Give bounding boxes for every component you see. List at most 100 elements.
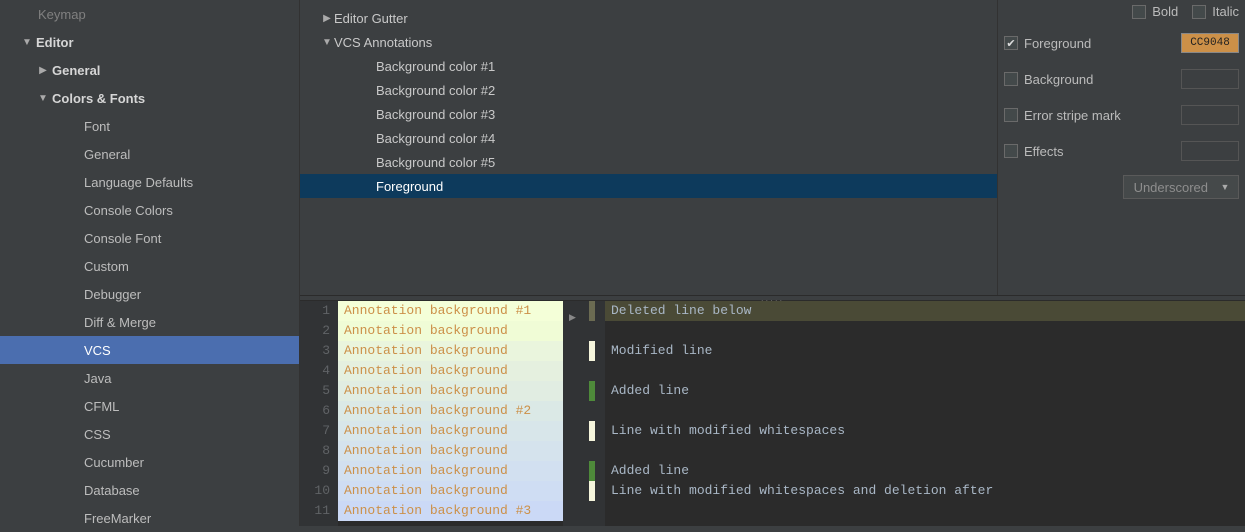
tree-item-label: Colors & Fonts xyxy=(50,91,145,106)
change-stripe-icon xyxy=(589,301,595,321)
line-number: 5 xyxy=(300,381,330,401)
annotation-cell: Annotation background #1 xyxy=(338,301,563,321)
annotation-cell: Annotation background xyxy=(338,421,563,441)
line-number: 4 xyxy=(300,361,330,381)
effects-color-swatch[interactable] xyxy=(1181,141,1239,161)
change-marker-row xyxy=(563,421,605,441)
change-marker-row xyxy=(563,481,605,501)
change-marker-row xyxy=(563,381,605,401)
category-item-label: Editor Gutter xyxy=(334,11,408,26)
tree-item-java[interactable]: Java xyxy=(0,364,299,392)
settings-content: ▶Editor Gutter▼VCS AnnotationsBackground… xyxy=(300,0,1245,526)
change-marker-row xyxy=(563,461,605,481)
change-marker-gutter: ▶ xyxy=(563,301,605,526)
tree-item-label: General xyxy=(50,63,100,78)
category-item[interactable]: ▶Editor Gutter xyxy=(300,6,997,30)
category-item-label: Foreground xyxy=(376,179,443,194)
tree-item-editor[interactable]: ▼ Editor xyxy=(0,28,299,56)
tree-item-cucumber[interactable]: Cucumber xyxy=(0,448,299,476)
tree-item-label: Debugger xyxy=(82,287,141,302)
change-marker-row xyxy=(563,401,605,421)
change-stripe-icon xyxy=(589,381,595,401)
category-item-label: Background color #1 xyxy=(376,59,495,74)
line-number: 6 xyxy=(300,401,330,421)
italic-checkbox[interactable]: Italic xyxy=(1192,4,1239,19)
change-stripe-icon xyxy=(589,461,595,481)
tree-item-label: Java xyxy=(82,371,111,386)
category-item[interactable]: Foreground xyxy=(300,174,997,198)
change-marker-row xyxy=(563,441,605,461)
tree-item-label: CFML xyxy=(82,399,119,414)
annotation-cell: Annotation background xyxy=(338,441,563,461)
foreground-color-swatch[interactable]: CC9048 xyxy=(1181,33,1239,53)
category-item[interactable]: Background color #2 xyxy=(300,78,997,102)
annotation-cell: Annotation background #2 xyxy=(338,401,563,421)
tree-item-diff-merge[interactable]: Diff & Merge xyxy=(0,308,299,336)
line-number: 1 xyxy=(300,301,330,321)
tree-item-debugger[interactable]: Debugger xyxy=(0,280,299,308)
change-marker-row xyxy=(563,321,605,341)
tree-item-font[interactable]: Font xyxy=(0,112,299,140)
tree-item-label: Cucumber xyxy=(82,455,144,470)
category-item[interactable]: ▼VCS Annotations xyxy=(300,30,997,54)
tree-item-label: Diff & Merge xyxy=(82,315,156,330)
error-stripe-checkbox[interactable]: Error stripe mark xyxy=(1004,108,1121,123)
foreground-checkbox[interactable]: Foreground xyxy=(1004,36,1091,51)
tree-item-label: Language Defaults xyxy=(82,175,193,190)
tree-item-database[interactable]: Database xyxy=(0,476,299,504)
change-stripe-icon xyxy=(589,421,595,441)
tree-item-vcs[interactable]: VCS xyxy=(0,336,299,364)
tree-item-keymap[interactable]: Keymap xyxy=(0,0,299,28)
chevron-down-icon: ▼ xyxy=(20,37,34,48)
checkbox-icon xyxy=(1192,5,1206,19)
tree-item-label: Database xyxy=(82,483,140,498)
settings-tree: Keymap ▼ Editor ▶General▼Colors & FontsF… xyxy=(0,0,299,532)
checkbox-icon xyxy=(1004,144,1018,158)
line-number: 7 xyxy=(300,421,330,441)
annotation-cell: Annotation background xyxy=(338,481,563,501)
annotation-cell: Annotation background #3 xyxy=(338,501,563,521)
background-color-swatch[interactable] xyxy=(1181,69,1239,89)
tree-item-label: Console Font xyxy=(82,231,161,246)
tree-item-language-defaults[interactable]: Language Defaults xyxy=(0,168,299,196)
error-stripe-color-swatch[interactable] xyxy=(1181,105,1239,125)
preview-code-line xyxy=(605,401,1245,421)
line-number: 8 xyxy=(300,441,330,461)
category-item[interactable]: Background color #1 xyxy=(300,54,997,78)
background-checkbox[interactable]: Background xyxy=(1004,72,1093,87)
category-item-label: VCS Annotations xyxy=(334,35,432,50)
chevron-down-icon: ▼ xyxy=(320,37,334,48)
category-item[interactable]: Background color #3 xyxy=(300,102,997,126)
tree-item-label: Font xyxy=(82,119,110,134)
annotation-cell: Annotation background xyxy=(338,381,563,401)
chevron-down-icon: ▼ xyxy=(1218,180,1232,194)
settings-tree-sidebar: Keymap ▼ Editor ▶General▼Colors & FontsF… xyxy=(0,0,300,526)
annotation-cell: Annotation background xyxy=(338,461,563,481)
annotation-cell: Annotation background xyxy=(338,361,563,381)
tree-item-label: Console Colors xyxy=(82,203,173,218)
line-number: 9 xyxy=(300,461,330,481)
tree-item-general[interactable]: ▶General xyxy=(0,56,299,84)
bold-checkbox[interactable]: Bold xyxy=(1132,4,1178,19)
preview-code-line xyxy=(605,501,1245,521)
preview-code-line xyxy=(605,441,1245,461)
effects-type-combo[interactable]: Underscored ▼ xyxy=(1123,175,1239,199)
preview-code-line xyxy=(605,321,1245,341)
category-item[interactable]: Background color #4 xyxy=(300,126,997,150)
annotation-cell: Annotation background xyxy=(338,341,563,361)
tree-item-cfml[interactable]: CFML xyxy=(0,392,299,420)
preview-code-line: Line with modified whitespaces and delet… xyxy=(605,481,1245,501)
tree-item-css[interactable]: CSS xyxy=(0,420,299,448)
annotation-cell: Annotation background xyxy=(338,321,563,341)
effects-checkbox[interactable]: Effects xyxy=(1004,144,1064,159)
chevron-right-icon: ▶ xyxy=(320,13,334,24)
tree-item-custom[interactable]: Custom xyxy=(0,252,299,280)
tree-item-console-font[interactable]: Console Font xyxy=(0,224,299,252)
tree-item-general[interactable]: General xyxy=(0,140,299,168)
category-item[interactable]: Background color #5 xyxy=(300,150,997,174)
tree-item-colors-fonts[interactable]: ▼Colors & Fonts xyxy=(0,84,299,112)
checkbox-icon xyxy=(1004,72,1018,86)
tree-item-console-colors[interactable]: Console Colors xyxy=(0,196,299,224)
tree-item-label: CSS xyxy=(82,427,111,442)
tree-item-freemarker[interactable]: FreeMarker xyxy=(0,504,299,532)
